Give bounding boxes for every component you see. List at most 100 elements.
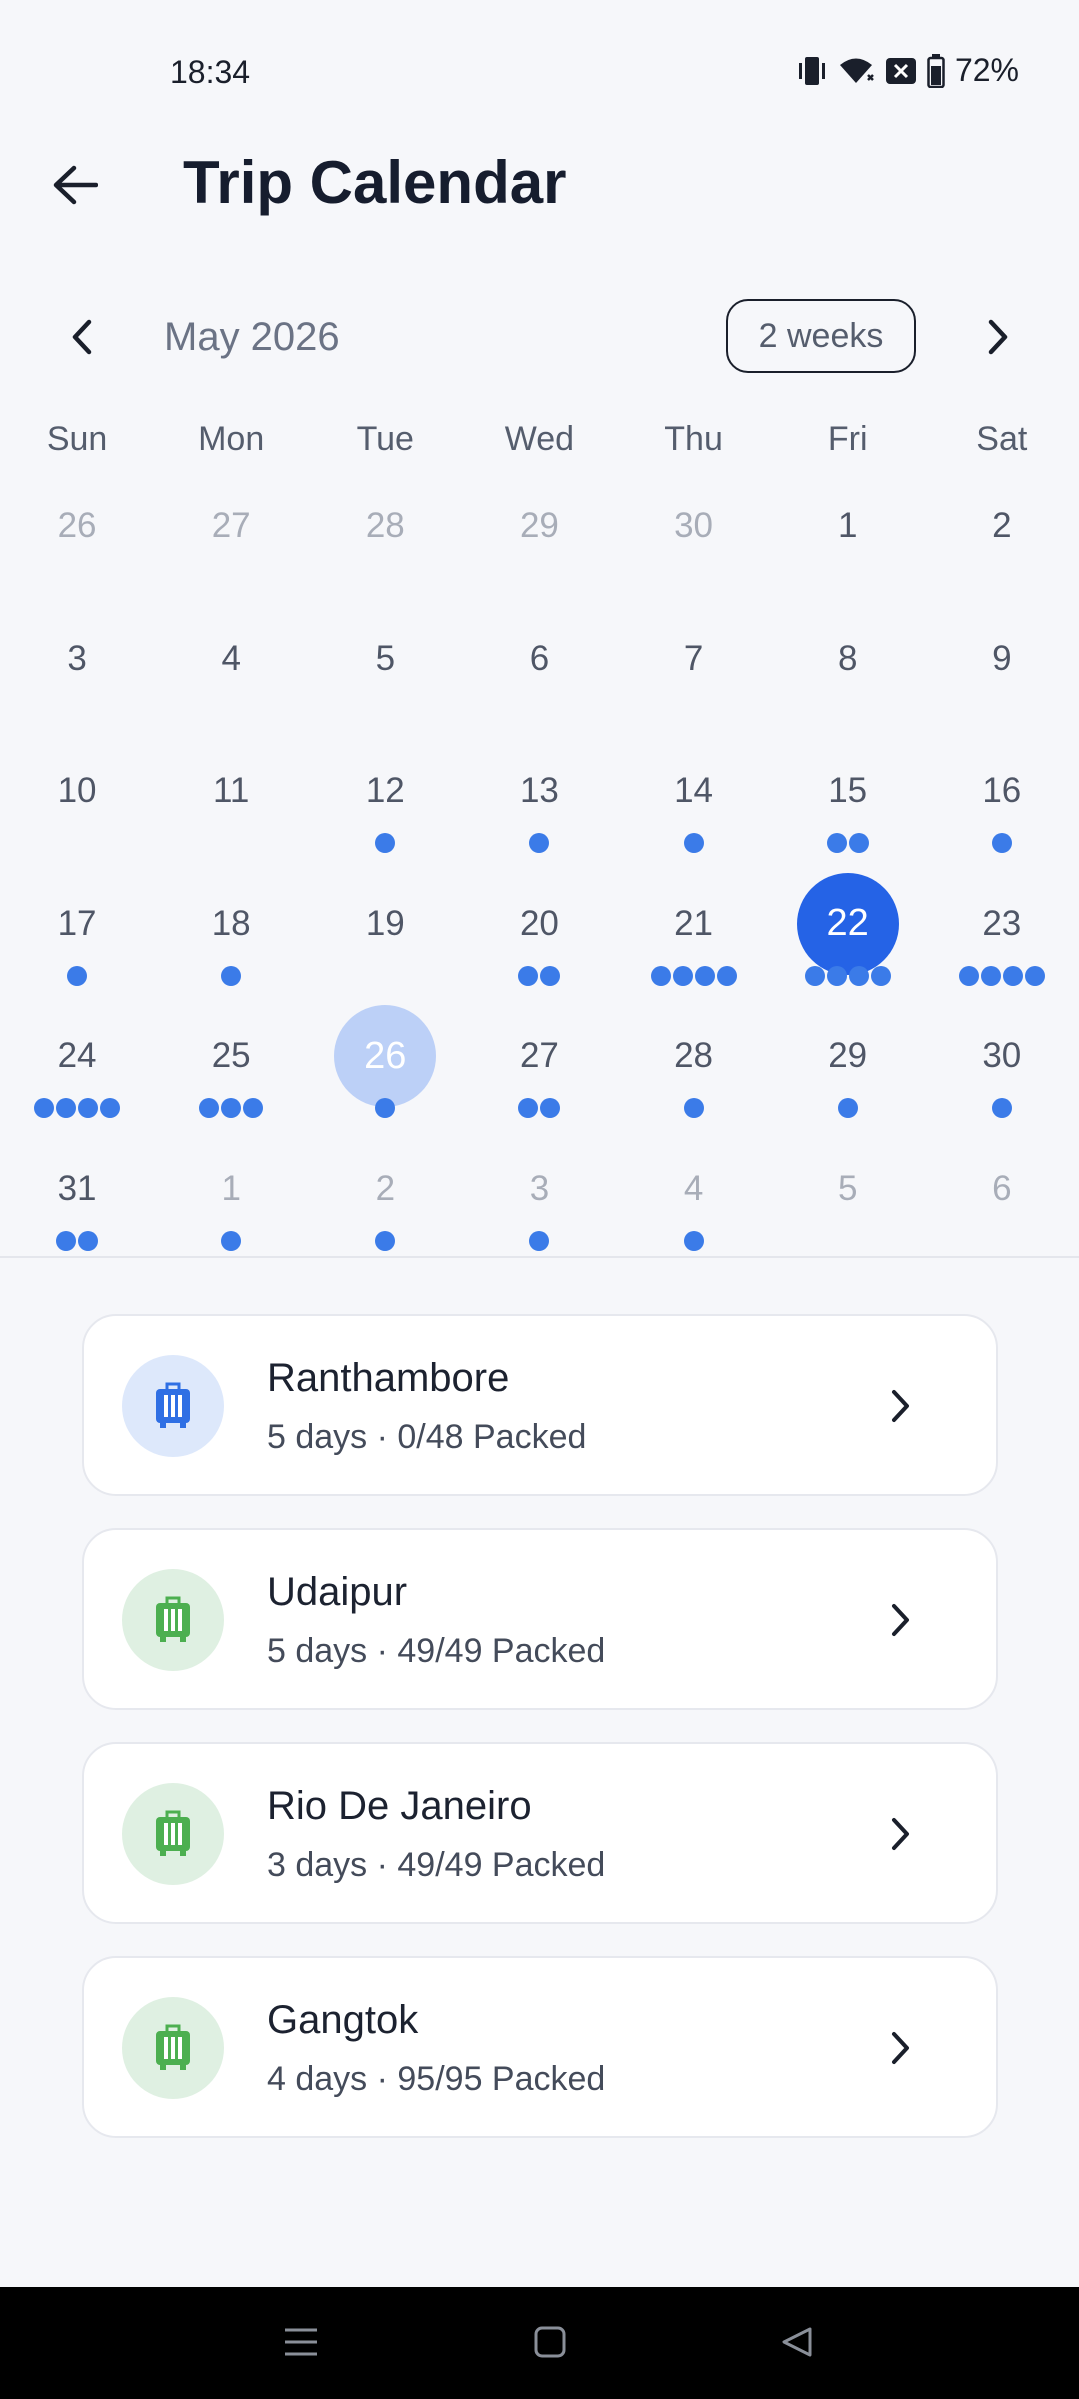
weekday-label: Wed bbox=[504, 420, 575, 458]
trip-dot bbox=[826, 833, 847, 854]
calendar-day[interactable]: 21 bbox=[617, 880, 771, 1013]
system-nav-bar bbox=[0, 2287, 1079, 2399]
calendar-day[interactable]: 26 bbox=[308, 1005, 462, 1145]
previous-month-button[interactable] bbox=[52, 307, 112, 367]
calendar-day[interactable]: 24 bbox=[0, 1012, 154, 1145]
calendar-day[interactable]: 16 bbox=[925, 747, 1079, 880]
trip-dot bbox=[78, 1098, 99, 1119]
back-button[interactable] bbox=[40, 150, 110, 220]
trip-icon-badge bbox=[122, 1783, 224, 1885]
calendar-day[interactable]: 27 bbox=[154, 482, 308, 615]
battery-icon bbox=[927, 53, 945, 88]
trip-dots bbox=[154, 1230, 308, 1251]
calendar-day[interactable]: 30 bbox=[617, 482, 771, 615]
trip-dots bbox=[462, 1230, 616, 1251]
calendar-day[interactable]: 13 bbox=[462, 747, 616, 880]
calendar-day-number: 19 bbox=[365, 903, 405, 943]
trip-meta: 3 days · 49/49 Packed bbox=[267, 1846, 606, 1884]
calendar-day[interactable]: 19 bbox=[308, 880, 462, 1013]
trip-list: Ranthambore 5 days · 0/48 Packed Udaipur 5 … bbox=[82, 1314, 998, 2170]
calendar-day[interactable]: 10 bbox=[0, 747, 154, 880]
calendar-day[interactable]: 5 bbox=[308, 615, 462, 748]
trip-dot bbox=[518, 1098, 539, 1119]
calendar-day[interactable]: 29 bbox=[771, 1012, 925, 1145]
trip-dot bbox=[540, 965, 561, 986]
calendar-day-number: 28 bbox=[674, 1036, 714, 1076]
chevron-right-icon bbox=[988, 319, 1008, 355]
battery-level: 72% bbox=[954, 52, 1019, 88]
calendar-day-number: 29 bbox=[828, 1036, 868, 1076]
calendar-day[interactable]: 9 bbox=[925, 615, 1079, 748]
trip-dots bbox=[462, 965, 616, 986]
page-title: Trip Calendar bbox=[183, 149, 567, 216]
calendar-day[interactable]: 29 bbox=[462, 482, 616, 615]
calendar-day[interactable]: 14 bbox=[617, 747, 771, 880]
trip-card[interactable]: Gangtok 4 days · 95/95 Packed bbox=[82, 1956, 998, 2138]
calendar-day-number: 16 bbox=[982, 771, 1022, 811]
calendar-day-number: 6 bbox=[992, 1168, 1012, 1208]
calendar-day[interactable]: 6 bbox=[462, 615, 616, 748]
calendar-day[interactable]: 4 bbox=[154, 615, 308, 748]
home-button[interactable] bbox=[525, 2317, 575, 2367]
calendar-day-number: 27 bbox=[519, 1036, 559, 1076]
trip-dots bbox=[771, 1098, 925, 1119]
system-back-button[interactable] bbox=[772, 2317, 822, 2367]
trip-icon-badge bbox=[122, 1355, 224, 1457]
calendar-day[interactable]: 20 bbox=[462, 880, 616, 1013]
weekday-label: Thu bbox=[664, 420, 723, 458]
calendar-day[interactable]: 28 bbox=[617, 1012, 771, 1145]
calendar-day[interactable]: 7 bbox=[617, 615, 771, 748]
calendar-range-toggle[interactable]: 2 weeks bbox=[726, 299, 916, 373]
calendar-day-number: 12 bbox=[365, 771, 405, 811]
trip-card[interactable]: Udaipur 5 days · 49/49 Packed bbox=[82, 1528, 998, 1710]
app-bar: Trip Calendar bbox=[0, 140, 1079, 230]
calendar-day[interactable]: 26 bbox=[0, 482, 154, 615]
calendar-day[interactable]: 1 bbox=[771, 482, 925, 615]
trip-dots bbox=[154, 965, 308, 986]
calendar-day-number: 23 bbox=[982, 903, 1022, 943]
calendar-day[interactable]: 17 bbox=[0, 880, 154, 1013]
calendar-day-number: 21 bbox=[674, 903, 714, 943]
calendar-day-number: 4 bbox=[221, 638, 241, 678]
trip-meta: 5 days · 49/49 Packed bbox=[267, 1632, 606, 1670]
calendar-day[interactable]: 8 bbox=[771, 615, 925, 748]
calendar-day[interactable]: 3 bbox=[0, 615, 154, 748]
triangle-back-icon bbox=[782, 2327, 812, 2357]
trip-card[interactable]: Rio De Janeiro 3 days · 49/49 Packed bbox=[82, 1742, 998, 1924]
menu-icon bbox=[285, 2328, 317, 2356]
next-month-button[interactable] bbox=[968, 307, 1028, 367]
calendar-day-number: 25 bbox=[211, 1036, 251, 1076]
calendar-day[interactable]: 22 bbox=[771, 872, 925, 1013]
trip-dot bbox=[529, 833, 550, 854]
calendar-day-number: 1 bbox=[221, 1168, 241, 1208]
calendar-day[interactable]: 28 bbox=[308, 482, 462, 615]
calendar-day[interactable]: 11 bbox=[154, 747, 308, 880]
trip-dots bbox=[617, 833, 771, 854]
trip-card[interactable]: Ranthambore 5 days · 0/48 Packed bbox=[82, 1314, 998, 1496]
calendar-day[interactable]: 15 bbox=[771, 747, 925, 880]
calendar-day-number: 2 bbox=[375, 1168, 396, 1208]
calendar-day[interactable]: 23 bbox=[925, 880, 1079, 1013]
calendar-day[interactable]: 12 bbox=[308, 747, 462, 880]
calendar-week-row: 10 11 12 13 14 15 16 bbox=[0, 747, 1079, 880]
trip-dot bbox=[78, 1230, 99, 1251]
no-sim-icon bbox=[885, 56, 917, 86]
luggage-icon bbox=[156, 1596, 190, 1642]
arrow-left-icon bbox=[53, 165, 98, 205]
calendar-day[interactable]: 30 bbox=[925, 1012, 1079, 1145]
trip-dot bbox=[837, 1098, 858, 1119]
calendar-day-number: 5 bbox=[375, 638, 396, 678]
calendar-day[interactable]: 2 bbox=[925, 482, 1079, 615]
weekday-header: Sun Mon Tue Wed Thu Fri Sat bbox=[0, 420, 1079, 470]
calendar-day[interactable]: 27 bbox=[462, 1012, 616, 1145]
trip-meta: 4 days · 95/95 Packed bbox=[267, 2060, 606, 2098]
calendar-day[interactable]: 18 bbox=[154, 880, 308, 1013]
chevron-left-icon bbox=[72, 319, 92, 355]
wifi-icon bbox=[837, 55, 875, 87]
recent-apps-button[interactable] bbox=[276, 2317, 326, 2367]
calendar-day[interactable]: 25 bbox=[154, 1012, 308, 1145]
calendar-day-number: 10 bbox=[57, 771, 97, 811]
trip-dots bbox=[617, 965, 771, 986]
trip-dot bbox=[1024, 965, 1045, 986]
trip-dot bbox=[848, 833, 869, 854]
